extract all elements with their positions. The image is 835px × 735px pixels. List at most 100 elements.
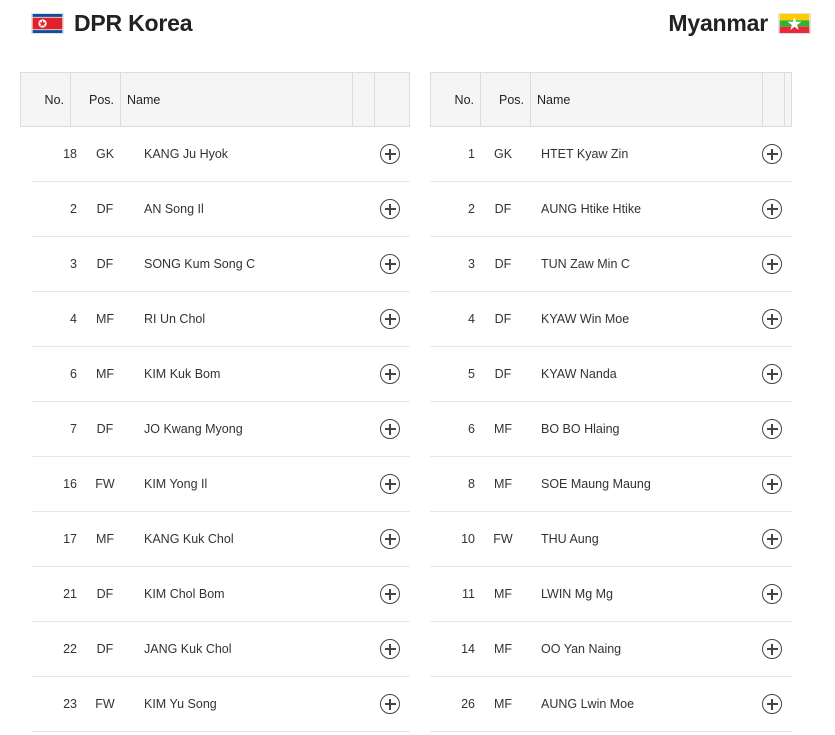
player-name: LWIN Mg Mg [541,587,613,601]
column-header-no[interactable]: No. [21,73,71,126]
player-position: FW [95,477,115,491]
table-row: 5 DF KYAW Nanda [430,347,792,402]
north-korea-flag-icon [31,12,64,34]
expand-plus-icon[interactable] [762,474,782,494]
expand-plus-icon[interactable] [762,584,782,604]
player-name: RI Un Chol [144,312,206,326]
player-position: MF [493,642,513,656]
table-row: 21 DF KIM Chol Bom [32,567,410,622]
player-number: 26 [461,697,475,711]
player-number: 4 [468,312,475,326]
player-position: MF [493,587,513,601]
player-position: DF [96,257,114,271]
player-name: KIM Chol Bom [144,587,225,601]
column-header-action [785,73,791,126]
player-name: SOE Maung Maung [541,477,651,491]
column-header-pos[interactable]: Pos. [481,73,531,126]
player-name: JANG Kuk Chol [144,642,232,656]
expand-plus-icon[interactable] [762,694,782,714]
column-header-action [375,73,409,126]
team-name-away: Myanmar [668,9,768,36]
table-row: 16 FW KIM Yong Il [32,457,410,512]
column-header-blank [763,73,785,126]
team-name-home: DPR Korea [74,9,193,36]
player-position: MF [493,697,513,711]
expand-plus-icon[interactable] [380,309,400,329]
player-number: 18 [63,147,77,161]
player-number: 2 [70,202,77,216]
expand-plus-icon[interactable] [380,584,400,604]
player-number: 6 [468,422,475,436]
player-number: 23 [63,697,77,711]
column-header-blank [353,73,375,126]
expand-plus-icon[interactable] [762,254,782,274]
expand-plus-icon[interactable] [762,529,782,549]
expand-plus-icon[interactable] [762,639,782,659]
expand-plus-icon[interactable] [380,694,400,714]
expand-plus-icon[interactable] [380,474,400,494]
player-position: DF [96,422,114,436]
table-header: No. Pos. Name [430,72,792,127]
player-name: KIM Kuk Bom [144,367,221,381]
player-name: THU Aung [541,532,599,546]
expand-plus-icon[interactable] [380,254,400,274]
table-row: 4 DF KYAW Win Moe [430,292,792,347]
expand-plus-icon[interactable] [380,419,400,439]
expand-plus-icon[interactable] [380,144,400,164]
player-name: SONG Kum Song C [144,257,256,271]
player-name: OO Yan Naing [541,642,622,656]
player-number: 14 [461,642,475,656]
table-row: 10 FW THU Aung [430,512,792,567]
table-row: 8 MF SOE Maung Maung [430,457,792,512]
player-number: 2 [468,202,475,216]
player-number: 1 [468,147,475,161]
player-number: 10 [461,532,475,546]
player-name: KIM Yong Il [144,477,208,491]
expand-plus-icon[interactable] [380,364,400,384]
column-header-name[interactable]: Name [121,73,353,126]
roster-table-away: No. Pos. Name 1 GK HTET Kyaw Zin 2 DF AUNG H… [430,72,792,732]
table-row: 1 GK HTET Kyaw Zin [430,127,792,182]
expand-plus-icon[interactable] [762,364,782,384]
myanmar-flag-icon [778,12,811,34]
team-header-away: Myanmar [668,8,811,38]
expand-plus-icon[interactable] [762,144,782,164]
player-number: 3 [468,257,475,271]
player-name: AN Song Il [144,202,204,216]
table-row: 23 FW KIM Yu Song [32,677,410,732]
expand-plus-icon[interactable] [380,639,400,659]
expand-plus-icon[interactable] [380,199,400,219]
table-header: No. Pos. Name [20,72,410,127]
table-row: 14 MF OO Yan Naing [430,622,792,677]
column-header-name[interactable]: Name [531,73,763,126]
player-position: MF [95,312,115,326]
table-row: 3 DF TUN Zaw Min C [430,237,792,292]
expand-plus-icon[interactable] [380,529,400,549]
player-position: MF [493,477,513,491]
player-position: MF [95,367,115,381]
expand-plus-icon[interactable] [762,419,782,439]
table-row: 4 MF RI Un Chol [32,292,410,347]
column-header-pos[interactable]: Pos. [71,73,121,126]
table-row: 6 MF KIM Kuk Bom [32,347,410,402]
player-position: DF [494,312,512,326]
player-list-away: 1 GK HTET Kyaw Zin 2 DF AUNG Htike Htike 3 DF… [430,127,792,732]
table-row: 26 MF AUNG Lwin Moe [430,677,792,732]
lineup-page: DPR Korea Myanmar No. Pos. Name 18 GK KANG… [0,0,835,735]
column-header-no[interactable]: No. [431,73,481,126]
table-row: 22 DF JANG Kuk Chol [32,622,410,677]
player-name: JO Kwang Myong [144,422,243,436]
player-number: 7 [70,422,77,436]
expand-plus-icon[interactable] [762,309,782,329]
player-name: HTET Kyaw Zin [541,147,629,161]
player-position: DF [494,202,512,216]
team-header-home: DPR Korea [31,8,193,38]
player-position: DF [96,202,114,216]
player-position: MF [493,422,513,436]
player-number: 11 [462,587,475,601]
expand-plus-icon[interactable] [762,199,782,219]
player-name: KANG Kuk Chol [144,532,234,546]
player-number: 22 [63,642,77,656]
table-row: 17 MF KANG Kuk Chol [32,512,410,567]
player-number: 17 [63,532,77,546]
